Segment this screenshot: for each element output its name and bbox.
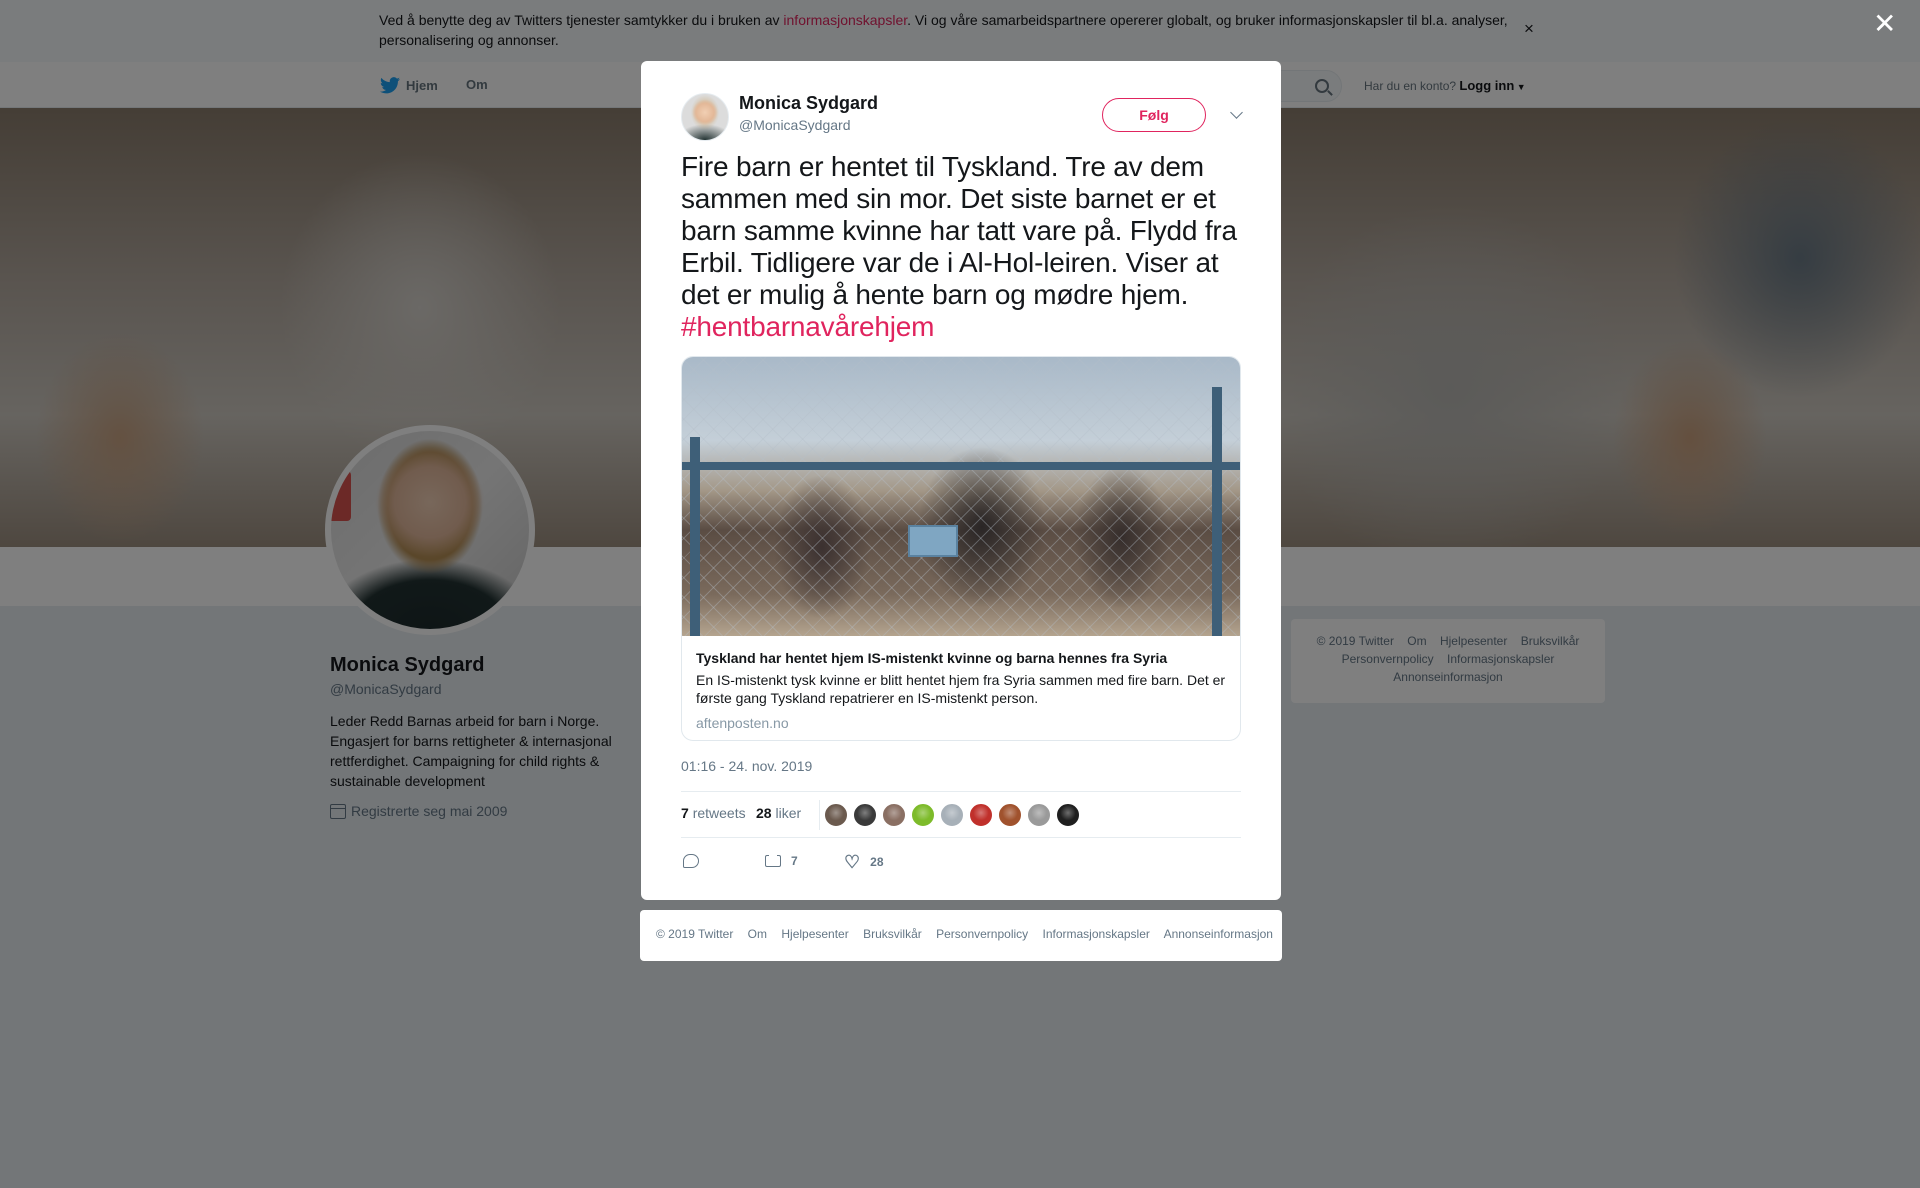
tweet-author-avatar[interactable] [681, 93, 729, 141]
liker-avatar[interactable] [824, 803, 848, 827]
liker-avatar[interactable] [882, 803, 906, 827]
footer-link[interactable]: Personvernpolicy [936, 927, 1028, 941]
retweets-count: 7 [681, 805, 689, 821]
card-description: En IS-mistenkt tysk kvinne er blitt hent… [696, 672, 1226, 706]
liker-avatar[interactable] [1056, 803, 1080, 827]
retweets-label: retweets [692, 805, 746, 821]
footer-link[interactable]: Bruksvilkår [863, 927, 922, 941]
tweet-modal: Monica Sydgard @MonicaSydgard Følg Fire … [641, 61, 1281, 900]
liker-avatar[interactable] [969, 803, 993, 827]
liker-avatar[interactable] [853, 803, 877, 827]
tweet-author-name[interactable]: Monica Sydgard [739, 93, 878, 114]
card-image[interactable] [682, 357, 1240, 636]
stats-divider [819, 800, 820, 830]
close-icon[interactable]: ✕ [1873, 10, 1896, 38]
link-card[interactable]: Tyskland har hentet hjem IS-mistenkt kvi… [681, 356, 1241, 741]
like-count: 28 [870, 855, 884, 869]
heart-icon: ♡ [844, 852, 861, 872]
chevron-down-icon[interactable] [1230, 106, 1243, 119]
liker-avatar[interactable] [911, 803, 935, 827]
retweet-count: 7 [791, 854, 798, 868]
tweet-stats: 7 retweets 28 liker [681, 791, 1241, 838]
hashtag-link[interactable]: #hentbarnavårehjem [681, 311, 934, 342]
liker-avatar[interactable] [1027, 803, 1051, 827]
likes-label: liker [775, 805, 802, 821]
card-title[interactable]: Tyskland har hentet hjem IS-mistenkt kvi… [696, 650, 1226, 666]
footer-link[interactable]: Om [748, 927, 767, 941]
likes-stat[interactable]: 28 liker [756, 805, 801, 821]
modal-footer: © 2019 Twitter Om Hjelpesenter Bruksvilk… [640, 910, 1282, 961]
retweets-stat[interactable]: 7 retweets [681, 805, 746, 821]
reply-button[interactable] [683, 854, 699, 868]
card-image-detail [690, 437, 700, 636]
retweet-button[interactable]: 7 [765, 854, 798, 868]
liker-avatar[interactable] [998, 803, 1022, 827]
footer-copyright: © 2019 Twitter [656, 927, 734, 941]
retweet-icon [765, 854, 781, 867]
footer-link[interactable]: Informasjonskapsler [1043, 927, 1150, 941]
tweet-actions: 7 ♡ 28 [681, 848, 1241, 878]
card-domain[interactable]: aftenposten.no [696, 715, 789, 731]
footer-link[interactable]: Hjelpesenter [781, 927, 848, 941]
like-button[interactable]: ♡ 28 [844, 852, 884, 872]
reply-icon [683, 854, 699, 868]
follow-button[interactable]: Følg [1102, 98, 1206, 132]
tweet-body: Fire barn er hentet til Tyskland. Tre av… [681, 151, 1237, 310]
card-image-detail [1212, 387, 1222, 636]
liker-avatar[interactable] [940, 803, 964, 827]
tweet-text: Fire barn er hentet til Tyskland. Tre av… [681, 151, 1241, 343]
likes-count: 28 [756, 805, 772, 821]
tweet-timestamp[interactable]: 01:16 - 24. nov. 2019 [681, 758, 812, 774]
footer-link[interactable]: Annonseinformasjon [1164, 927, 1273, 941]
tweet-author-handle[interactable]: @MonicaSydgard [739, 117, 851, 133]
